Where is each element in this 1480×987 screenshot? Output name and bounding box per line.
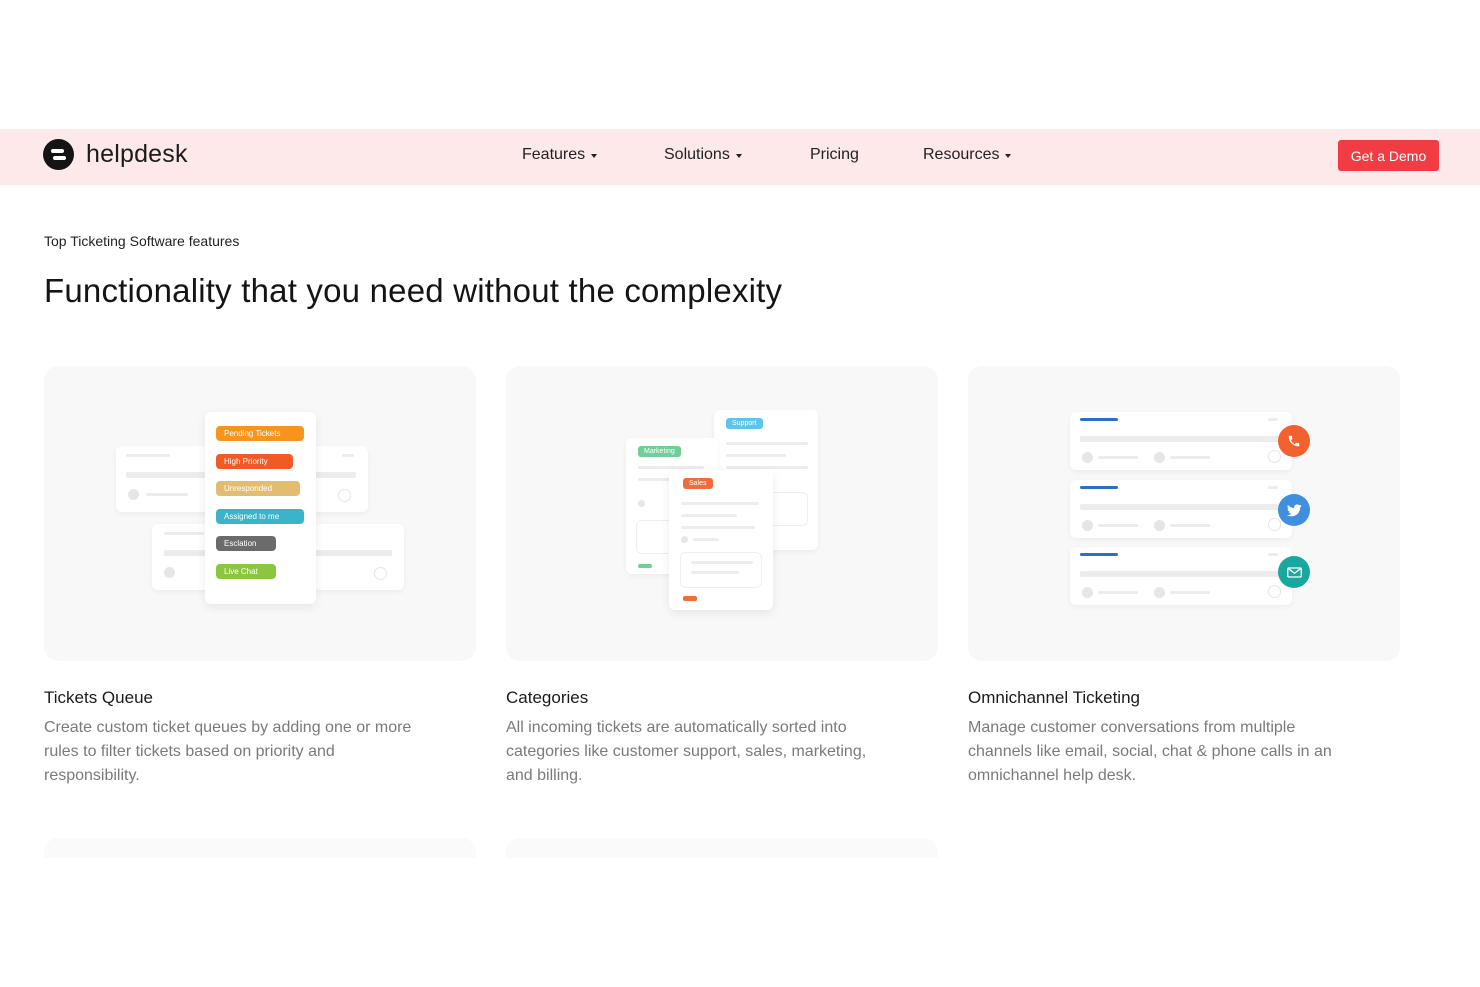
ticket-panel (314, 524, 404, 590)
nav-item-label: Solutions (664, 146, 730, 163)
channel-conversation-row (1070, 412, 1292, 470)
nav-item-label: Pricing (810, 146, 859, 163)
channel-conversation-row (1070, 480, 1292, 538)
support-tag: Support (726, 418, 763, 429)
card-title: Omnichannel Ticketing (968, 688, 1140, 707)
nav-item-pricing[interactable]: Pricing (810, 146, 859, 164)
ticket-panel (116, 446, 216, 512)
section-eyebrow: Top Ticketing Software features (44, 233, 240, 249)
channel-conversation-row (1070, 547, 1292, 605)
caret-down-icon (1005, 154, 1012, 158)
live-chat-pill: Live Chat (216, 564, 276, 579)
card-title: Categories (506, 688, 589, 707)
high-priority-pill: High Priority (216, 454, 293, 469)
caret-down-icon (735, 154, 742, 158)
nav-item-label: Resources (923, 146, 1000, 163)
nav-item-resources[interactable]: Resources (923, 146, 1012, 164)
pending-tickets-pill: Pending Tickets (216, 426, 304, 441)
card-placeholder (506, 838, 938, 858)
get-a-demo-button[interactable]: Get a Demo (1338, 140, 1439, 171)
sales-tag: Sales (683, 478, 713, 489)
categories-illustration: Support Marketing Sales (506, 366, 938, 661)
card-title: Tickets Queue (44, 688, 153, 707)
escalation-pill: Esclation (216, 536, 276, 551)
nav-item-label: Features (522, 146, 586, 163)
card-description: Create custom ticket queues by adding on… (44, 719, 412, 784)
twitter-icon (1278, 494, 1310, 526)
card-description: Manage customer conversations from multi… (968, 719, 1332, 784)
queue-filter-panel: Pending Tickets High Priority Unresponde… (205, 412, 316, 604)
category-panel: Sales (669, 470, 773, 610)
unresponded-pill: Unresponded (216, 481, 300, 496)
caret-down-icon (591, 154, 598, 158)
omnichannel-illustration (968, 366, 1400, 661)
card-description: All incoming tickets are automatically s… (506, 719, 867, 784)
tickets-queue-illustration: Pending Tickets High Priority Unresponde… (44, 366, 476, 661)
top-navbar: helpdesk Features Solutions Pricing Reso… (0, 129, 1480, 185)
nav-item-features[interactable]: Features (522, 146, 598, 164)
marketing-tag: Marketing (638, 446, 681, 457)
mail-icon (1278, 556, 1310, 588)
card-placeholder (44, 838, 476, 858)
section-title: Functionality that you need without the … (44, 272, 783, 309)
phone-icon (1278, 425, 1310, 457)
assigned-to-me-pill: Assigned to me (216, 509, 304, 524)
nav-item-solutions[interactable]: Solutions (664, 146, 742, 164)
